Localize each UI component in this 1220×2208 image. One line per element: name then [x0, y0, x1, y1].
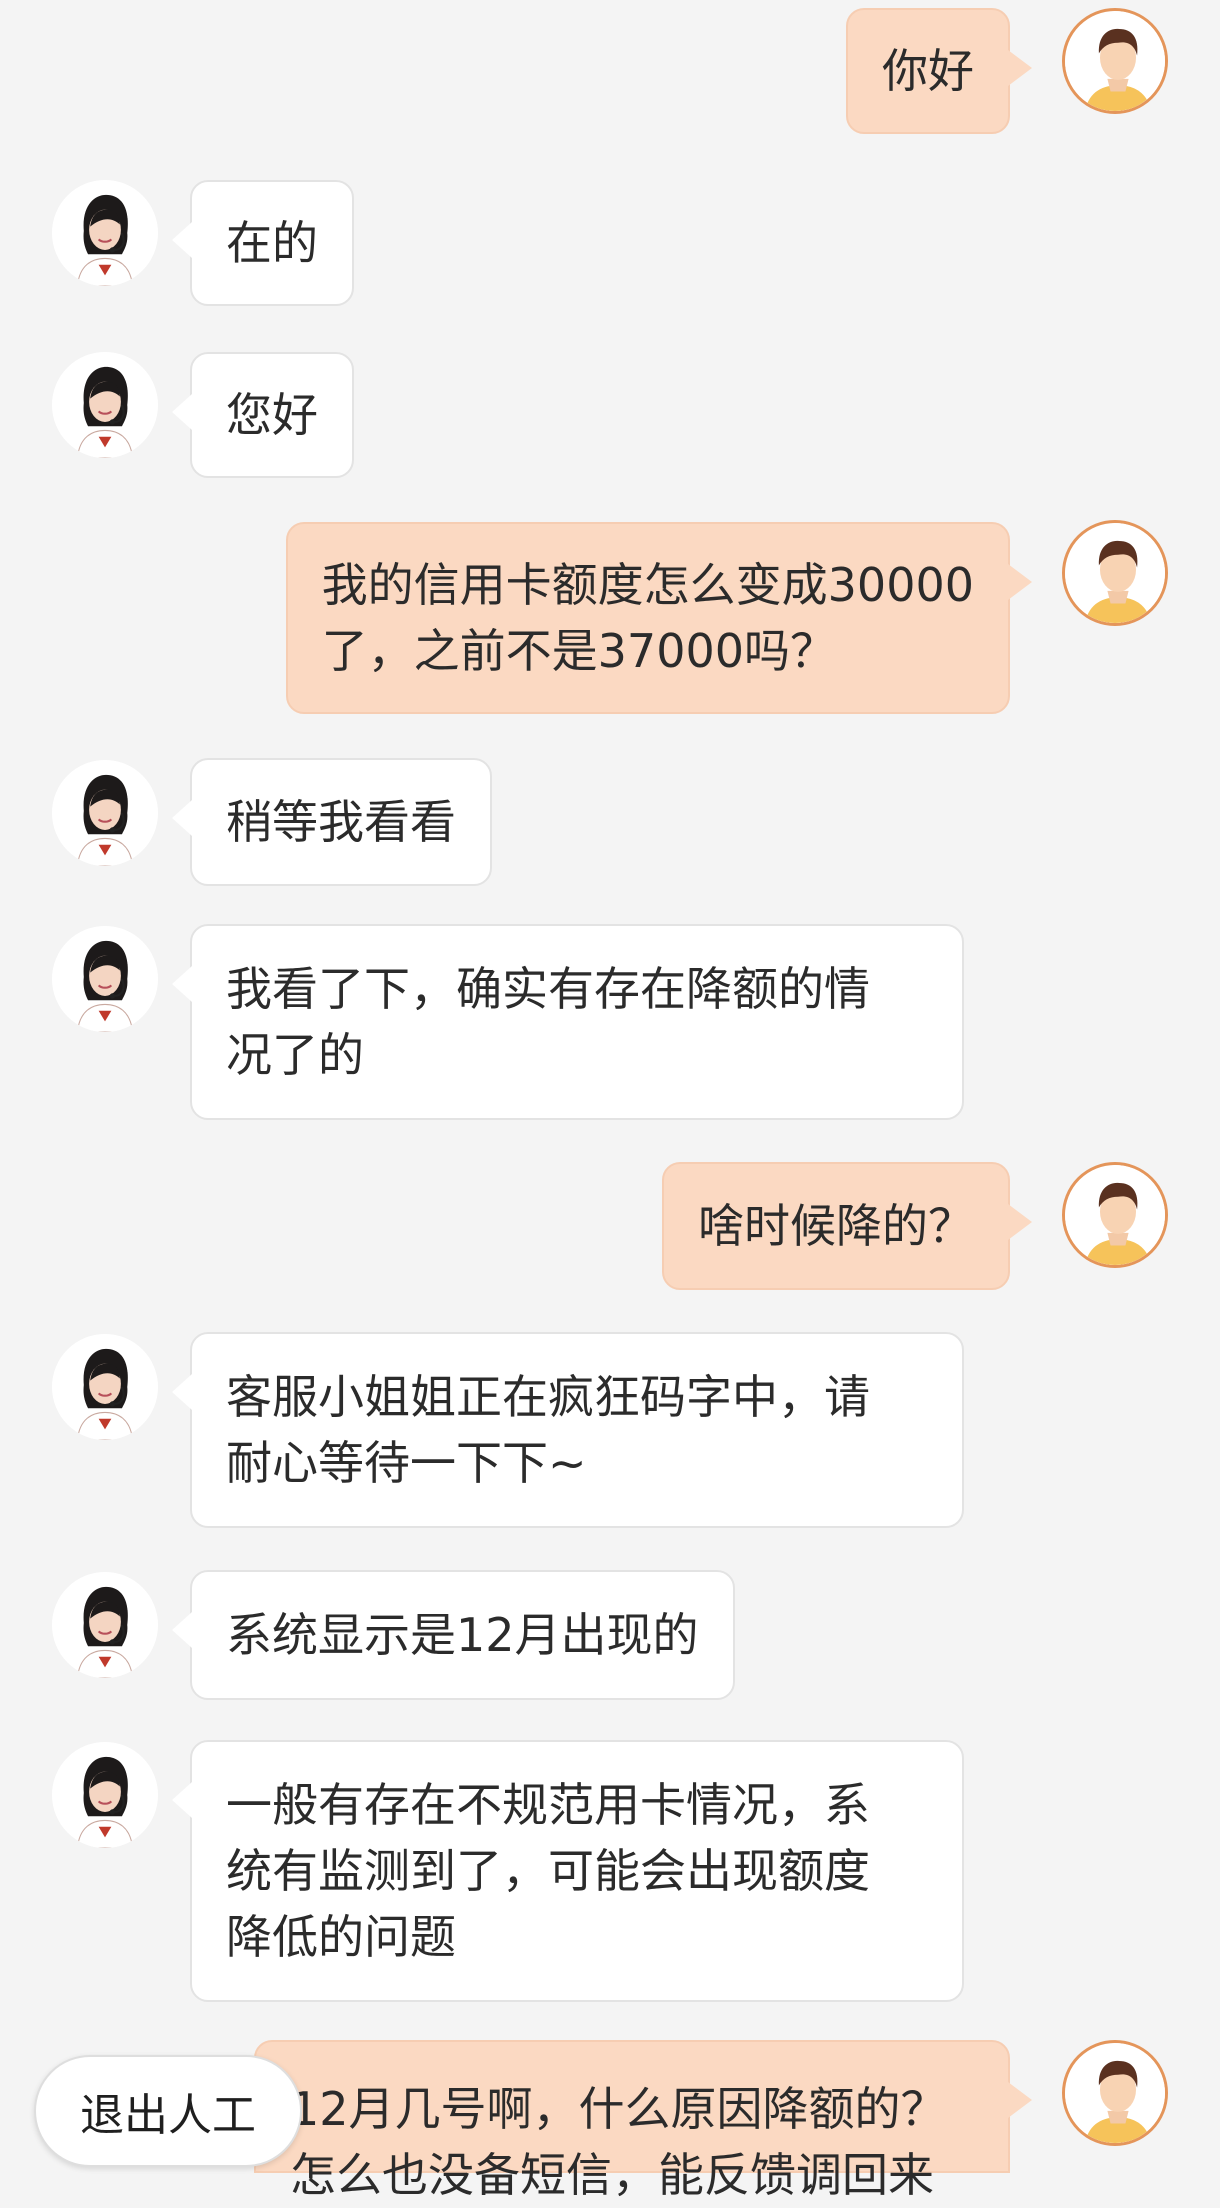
- agent-avatar-icon: [52, 926, 158, 1032]
- user-avatar[interactable]: [1062, 2040, 1168, 2146]
- agent-avatar[interactable]: [52, 180, 158, 286]
- user-avatar-icon: [1065, 2043, 1165, 2143]
- agent-avatar[interactable]: [52, 760, 158, 866]
- agent-avatar-icon: [52, 180, 158, 286]
- agent-avatar-icon: [52, 1742, 158, 1848]
- message-bubble-user: 12月几号啊，什么原因降额的？ 怎么也没备短信，能反馈调回来: [254, 2040, 1032, 2202]
- message-bubble-agent: 在的: [172, 180, 354, 306]
- user-avatar-icon: [1065, 11, 1165, 111]
- message-bubble-user: 啥时候降的？: [662, 1162, 1032, 1290]
- message-bubble-agent: 稍等我看看: [172, 758, 492, 886]
- agent-avatar[interactable]: [52, 1334, 158, 1440]
- user-avatar[interactable]: [1062, 520, 1168, 626]
- agent-avatar[interactable]: [52, 1742, 158, 1848]
- user-avatar-icon: [1065, 523, 1165, 623]
- agent-avatar-icon: [52, 1572, 158, 1678]
- chat-message-list[interactable]: 你好 在的 您好 我的信用卡额度怎么变成30000 了，之前不是37000吗？ …: [0, 0, 1220, 2202]
- message-bubble-agent: 我看了下，确实有存在降额的情 况了的: [172, 924, 964, 1120]
- message-bubble-user: 你好: [846, 8, 1032, 134]
- agent-avatar-icon: [52, 760, 158, 866]
- agent-avatar[interactable]: [52, 926, 158, 1032]
- message-bubble-agent: 一般有存在不规范用卡情况，系 统有监测到了，可能会出现额度 降低的问题: [172, 1740, 964, 2002]
- message-bubble-agent: 您好: [172, 352, 354, 478]
- message-bubble-agent: 客服小姐姐正在疯狂码字中，请 耐心等待一下下~: [172, 1332, 964, 1528]
- user-avatar[interactable]: [1062, 8, 1168, 114]
- agent-avatar-icon: [52, 352, 158, 458]
- agent-avatar[interactable]: [52, 352, 158, 458]
- exit-human-agent-button[interactable]: 退出人工: [34, 2055, 302, 2167]
- message-bubble-user: 我的信用卡额度怎么变成30000 了，之前不是37000吗？: [285, 522, 1033, 714]
- user-avatar[interactable]: [1062, 1162, 1168, 1268]
- agent-avatar-icon: [52, 1334, 158, 1440]
- agent-avatar[interactable]: [52, 1572, 158, 1678]
- user-avatar-icon: [1065, 1165, 1165, 1265]
- message-bubble-agent: 系统显示是12月出现的: [172, 1570, 735, 1700]
